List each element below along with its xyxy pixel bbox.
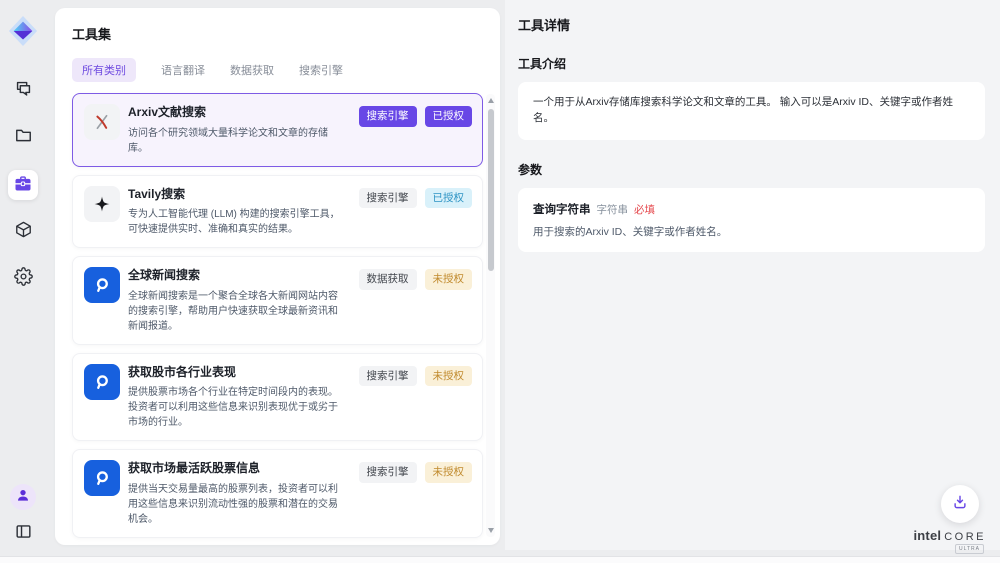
blue-search-icon [84, 267, 120, 303]
download-button[interactable] [941, 485, 979, 523]
category-badge: 搜索引擎 [359, 188, 417, 209]
sidebar-item-files[interactable] [8, 123, 38, 153]
core-ultra-badge: Ultra [955, 544, 984, 554]
sidebar-item-settings[interactable] [8, 264, 38, 294]
tool-description: 专为人工智能代理 (LLM) 构建的搜索引擎工具，可快速提供实时、准确和真实的结… [128, 207, 347, 237]
param-description: 用于搜索的Arxiv ID、关键字或作者姓名。 [533, 224, 970, 239]
tool-card-list: Arxiv文献搜索 访问各个研究领域大量科学论文和文章的存储库。 搜索引擎 已授… [72, 93, 483, 545]
sidebar-nav [8, 76, 38, 294]
list-scrollbar[interactable] [486, 94, 495, 537]
tool-description: 提供当天交易量最高的股票列表，投资者可以利用这些信息来识别流动性强的股票和潜在的… [128, 482, 347, 527]
collapse-panel-icon [14, 522, 33, 546]
tool-title: 获取市场最活跃股票信息 [128, 460, 347, 477]
tool-card-active-stocks[interactable]: 获取市场最活跃股票信息 提供当天交易量最高的股票列表，投资者可以利用这些信息来识… [72, 449, 483, 538]
status-badge: 已授权 [425, 188, 473, 209]
person-icon [15, 487, 31, 508]
tool-card-tavily[interactable]: Tavily搜索 专为人工智能代理 (LLM) 构建的搜索引擎工具，可快速提供实… [72, 175, 483, 249]
category-badge: 搜索引擎 [359, 106, 417, 127]
user-avatar[interactable] [10, 484, 36, 510]
status-badge: 未授权 [425, 269, 473, 290]
gear-icon [14, 267, 33, 291]
collapse-sidebar-button[interactable] [8, 519, 38, 549]
status-badge: 未授权 [425, 462, 473, 483]
sidebar-item-models[interactable] [8, 217, 38, 247]
status-badge: 已授权 [425, 106, 473, 127]
tool-detail-panel: 工具详情 工具介绍 一个用于从Arxiv存储库搜索科学论文和文章的工具。 输入可… [505, 0, 1000, 550]
folder-icon [14, 126, 33, 150]
tool-title: Arxiv文献搜索 [128, 104, 347, 121]
param-card: 查询字符串 字符串 必填 用于搜索的Arxiv ID、关键字或作者姓名。 [518, 188, 985, 252]
params-heading: 参数 [518, 161, 985, 178]
tool-title: 获取股市各行业表现 [128, 364, 347, 381]
tool-card-global-news[interactable]: 全球新闻搜索 全球新闻搜索是一个聚合全球各大新闻网站内容的搜索引擎，帮助用户快速… [72, 256, 483, 345]
core-wordmark: core [944, 531, 986, 543]
status-badge: 未授权 [425, 366, 473, 387]
category-badge: 数据获取 [359, 269, 417, 290]
intel-core-logo: intel core Ultra [913, 528, 986, 554]
download-icon [951, 493, 969, 516]
sidebar-item-tools[interactable] [8, 170, 38, 200]
sidebar-bottom [8, 484, 38, 549]
arxiv-x-icon [84, 104, 120, 140]
tab-language-translation[interactable]: 语言翻译 [161, 58, 205, 82]
tool-title: 全球新闻搜索 [128, 267, 347, 284]
intro-card: 一个用于从Arxiv存储库搜索科学论文和文章的工具。 输入可以是Arxiv ID… [518, 82, 985, 140]
cube-icon [14, 220, 33, 244]
tools-panel: 工具集 所有类别 语言翻译 数据获取 搜索引擎 Arxiv文献搜索 访问各个研究… [55, 8, 500, 545]
app-window: 工具集 所有类别 语言翻译 数据获取 搜索引擎 Arxiv文献搜索 访问各个研究… [0, 0, 1000, 563]
window-bottom-edge [0, 556, 1000, 563]
intel-wordmark: intel [913, 528, 941, 543]
tab-data-acquisition[interactable]: 数据获取 [230, 58, 274, 82]
param-required-flag: 必填 [634, 202, 655, 217]
tool-card-sector-performance[interactable]: 获取股市各行业表现 提供股票市场各个行业在特定时间段内的表现。投资者可以利用这些… [72, 353, 483, 442]
tab-search-engine[interactable]: 搜索引擎 [299, 58, 343, 82]
app-logo-diamond-icon [6, 12, 40, 50]
intro-text: 一个用于从Arxiv存储库搜索科学论文和文章的工具。 输入可以是Arxiv ID… [533, 95, 970, 127]
chat-icon [14, 79, 33, 103]
tool-description: 提供股票市场各个行业在特定时间段内的表现。投资者可以利用这些信息来识别表现优于或… [128, 385, 347, 430]
category-badge: 搜索引擎 [359, 366, 417, 387]
category-tabs: 所有类别 语言翻译 数据获取 搜索引擎 [72, 58, 483, 82]
sidebar [0, 0, 46, 563]
tavily-star-icon [84, 186, 120, 222]
intro-heading: 工具介绍 [518, 55, 985, 72]
tools-panel-title: 工具集 [72, 24, 483, 43]
blue-search-icon [84, 460, 120, 496]
tool-title: Tavily搜索 [128, 186, 347, 203]
param-type: 字符串 [597, 202, 629, 217]
blue-search-icon [84, 364, 120, 400]
tab-all-categories[interactable]: 所有类别 [72, 58, 136, 82]
detail-panel-title: 工具详情 [518, 15, 985, 34]
tool-description: 访问各个研究领域大量科学论文和文章的存储库。 [128, 126, 347, 156]
tool-description: 全球新闻搜索是一个聚合全球各大新闻网站内容的搜索引擎，帮助用户快速获取全球最新资… [128, 289, 347, 334]
sidebar-item-chat[interactable] [8, 76, 38, 106]
scroll-up-arrow[interactable] [488, 98, 494, 103]
scrollbar-thumb[interactable] [488, 109, 494, 271]
scroll-down-arrow[interactable] [488, 528, 494, 533]
tool-card-arxiv[interactable]: Arxiv文献搜索 访问各个研究领域大量科学论文和文章的存储库。 搜索引擎 已授… [72, 93, 483, 167]
toolbox-icon [13, 173, 33, 198]
param-name: 查询字符串 [533, 201, 591, 217]
category-badge: 搜索引擎 [359, 462, 417, 483]
